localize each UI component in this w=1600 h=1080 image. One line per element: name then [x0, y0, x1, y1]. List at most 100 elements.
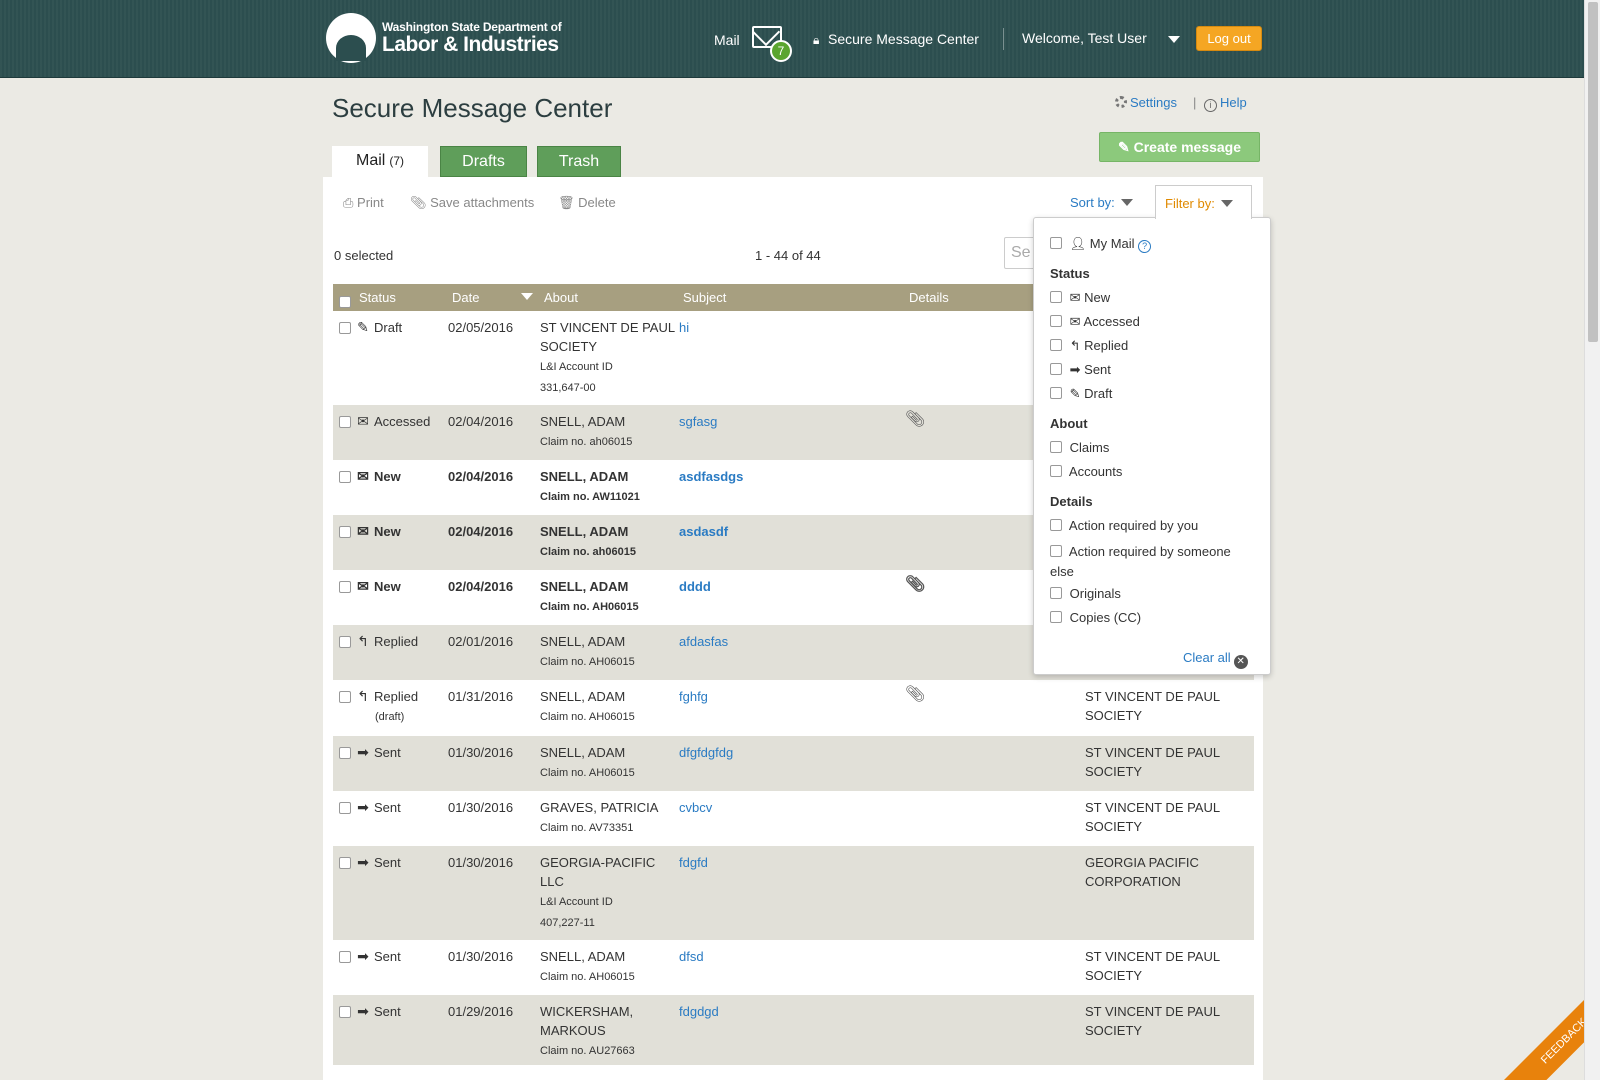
table-row[interactable]: ➡ Sent 01/30/2016 SNELL, ADAM Claim no. AH06… — [333, 736, 1254, 791]
tab-drafts[interactable]: Drafts — [440, 146, 527, 177]
delete-button[interactable]: 🗑︎ Delete — [558, 195, 616, 211]
clear-all-button[interactable]: Clear all ✕ — [1183, 650, 1248, 669]
col-date[interactable]: Date — [452, 290, 479, 305]
row-subject-link[interactable]: asdfasdgs — [679, 467, 743, 486]
row-subject-link[interactable]: fdgdgd — [679, 1002, 719, 1021]
row-subject-link[interactable]: sgfasg — [679, 412, 717, 431]
filter-status-sent[interactable]: ➡ Sent — [1050, 362, 1111, 378]
filter-action-required-else[interactable]: Action required by someone else — [1050, 542, 1231, 582]
tab-trash[interactable]: Trash — [537, 146, 621, 177]
filter-status-accessed[interactable]: ✉ Accessed — [1050, 314, 1140, 330]
logout-button[interactable]: Log out — [1196, 26, 1262, 51]
filter-by-label: Filter by: — [1165, 196, 1215, 211]
filter-status-new[interactable]: ✉ New — [1050, 290, 1110, 306]
col-details[interactable]: Details — [909, 290, 949, 305]
scrollbar-thumb[interactable] — [1588, 2, 1598, 342]
row-checkbox[interactable] — [339, 524, 351, 543]
filter-originals[interactable]: Originals — [1050, 586, 1121, 601]
selected-count: 0 selected — [334, 248, 394, 263]
row-subject-link[interactable]: afdasfas — [679, 632, 728, 651]
col-about[interactable]: About — [544, 290, 578, 305]
about-id-label: Claim no. ah06015 — [540, 436, 633, 448]
row-checkbox[interactable] — [339, 745, 351, 764]
welcome-user-menu[interactable]: Welcome, Test User — [1022, 30, 1147, 46]
question-icon[interactable]: ? — [1138, 240, 1152, 253]
help-link[interactable]: i Help — [1204, 95, 1247, 112]
scrollbar[interactable] — [1584, 0, 1600, 1080]
filter-my-mail[interactable]: 👤︎ My Mail ? — [1050, 236, 1152, 253]
checkbox[interactable] — [1050, 315, 1062, 327]
status-text: New — [374, 524, 401, 539]
checkbox[interactable] — [1050, 519, 1062, 531]
row-checkbox[interactable] — [339, 689, 351, 708]
table-row[interactable]: ➡ Sent 01/30/2016 GRAVES, PATRICIA Claim no.… — [333, 791, 1254, 846]
checkbox[interactable] — [1050, 545, 1062, 557]
tab-mail[interactable]: Mail (7) — [332, 146, 428, 177]
row-checkbox[interactable] — [339, 414, 351, 433]
row-status: ➡ Sent — [355, 947, 445, 966]
filter-by-dropdown[interactable]: Filter by: — [1155, 185, 1252, 219]
checkbox[interactable] — [1050, 237, 1062, 249]
row-subject-link[interactable]: fghfg — [679, 687, 708, 706]
filter-copies[interactable]: Copies (CC) — [1050, 610, 1141, 625]
print-button[interactable]: ⎙ Print — [343, 195, 384, 211]
table-row[interactable]: ➡ Sent 01/30/2016 SNELL, ADAM Claim no. AH06… — [333, 940, 1254, 995]
checkbox[interactable] — [1050, 465, 1062, 477]
about-name: SNELL, ADAM — [540, 414, 626, 429]
row-checkbox[interactable] — [339, 800, 351, 819]
settings-link[interactable]: Settings — [1115, 95, 1177, 110]
table-row[interactable]: ↰ Replied (draft) 01/31/2016 SNELL, ADAM Clai… — [333, 680, 1254, 736]
checkbox[interactable] — [1050, 387, 1062, 399]
row-subject-link[interactable]: hi — [679, 318, 689, 337]
filter-about-claims[interactable]: Claims — [1050, 440, 1109, 455]
user-icon: 👤︎ — [1069, 236, 1087, 251]
row-subject-link[interactable]: dfgfdgfdg — [679, 743, 733, 762]
reply-icon: ↰ — [357, 633, 369, 649]
close-icon: ✕ — [1233, 655, 1248, 669]
filter-status-replied[interactable]: ↰ Replied — [1050, 338, 1128, 354]
about-id-label: Claim no. AW11021 — [540, 491, 640, 503]
nav-mail-link[interactable]: Mail — [714, 32, 740, 48]
filter-label: New — [1084, 290, 1111, 305]
filter-status-draft[interactable]: ✎ Draft — [1050, 386, 1112, 402]
col-status[interactable]: Status — [359, 290, 396, 305]
checkbox[interactable] — [1050, 363, 1062, 375]
table-row[interactable]: ➡ Sent 01/30/2016 GEORGIA-PACIFIC LLC L&I Ac… — [333, 846, 1254, 940]
row-checkbox[interactable] — [339, 469, 351, 488]
row-subject-link[interactable]: dfsd — [679, 947, 704, 966]
create-message-button[interactable]: ✎ Create message — [1099, 132, 1260, 162]
row-checkbox[interactable] — [339, 579, 351, 598]
filter-about-accounts[interactable]: Accounts — [1050, 464, 1122, 479]
filter-action-required-you[interactable]: Action required by you — [1050, 518, 1198, 533]
checkbox[interactable] — [1050, 441, 1062, 453]
about-name: SNELL, ADAM — [540, 745, 626, 760]
checkbox[interactable] — [1050, 587, 1062, 599]
lni-logo[interactable]: Washington State Department of Labor & I… — [326, 13, 562, 63]
row-checkbox[interactable] — [339, 949, 351, 968]
about-id-label: Claim no. ah06015 — [540, 546, 636, 558]
row-checkbox[interactable] — [339, 634, 351, 653]
row-about: SNELL, ADAM Claim no. AH06015 — [540, 687, 675, 727]
row-subject-link[interactable]: dddd — [679, 577, 711, 596]
nav-secure-message-center[interactable]: Secure Message Center — [828, 31, 979, 47]
col-subject[interactable]: Subject — [683, 290, 726, 305]
chevron-down-icon[interactable] — [1168, 36, 1180, 43]
row-checkbox[interactable] — [339, 320, 351, 339]
about-id-value: 407,227-11 — [540, 917, 595, 929]
checkbox[interactable] — [1050, 291, 1062, 303]
row-checkbox[interactable] — [339, 855, 351, 874]
table-row[interactable]: ➡ Sent 01/29/2016 WICKERSHAM, MARKOUS Claim … — [333, 995, 1254, 1065]
feedback-label: FEEDBACK — [1504, 1000, 1584, 1080]
row-subject-link[interactable]: fdgfd — [679, 853, 708, 872]
row-checkbox[interactable] — [339, 1004, 351, 1023]
checkbox[interactable] — [1050, 339, 1062, 351]
feedback-tab[interactable]: FEEDBACK — [1504, 1000, 1584, 1080]
sort-by-dropdown[interactable]: Sort by: — [1070, 195, 1133, 210]
row-subject-link[interactable]: cvbcv — [679, 798, 712, 817]
filter-label: Action required by you — [1068, 518, 1199, 533]
save-attachments-button[interactable]: 📎︎ Save attachments — [410, 195, 534, 211]
row-from: ST VINCENT DE PAUL SOCIETY — [1085, 1004, 1220, 1038]
checkbox[interactable] — [1050, 611, 1062, 623]
filter-label: Action required by someone — [1068, 544, 1231, 559]
row-subject-link[interactable]: asdasdf — [679, 522, 728, 541]
